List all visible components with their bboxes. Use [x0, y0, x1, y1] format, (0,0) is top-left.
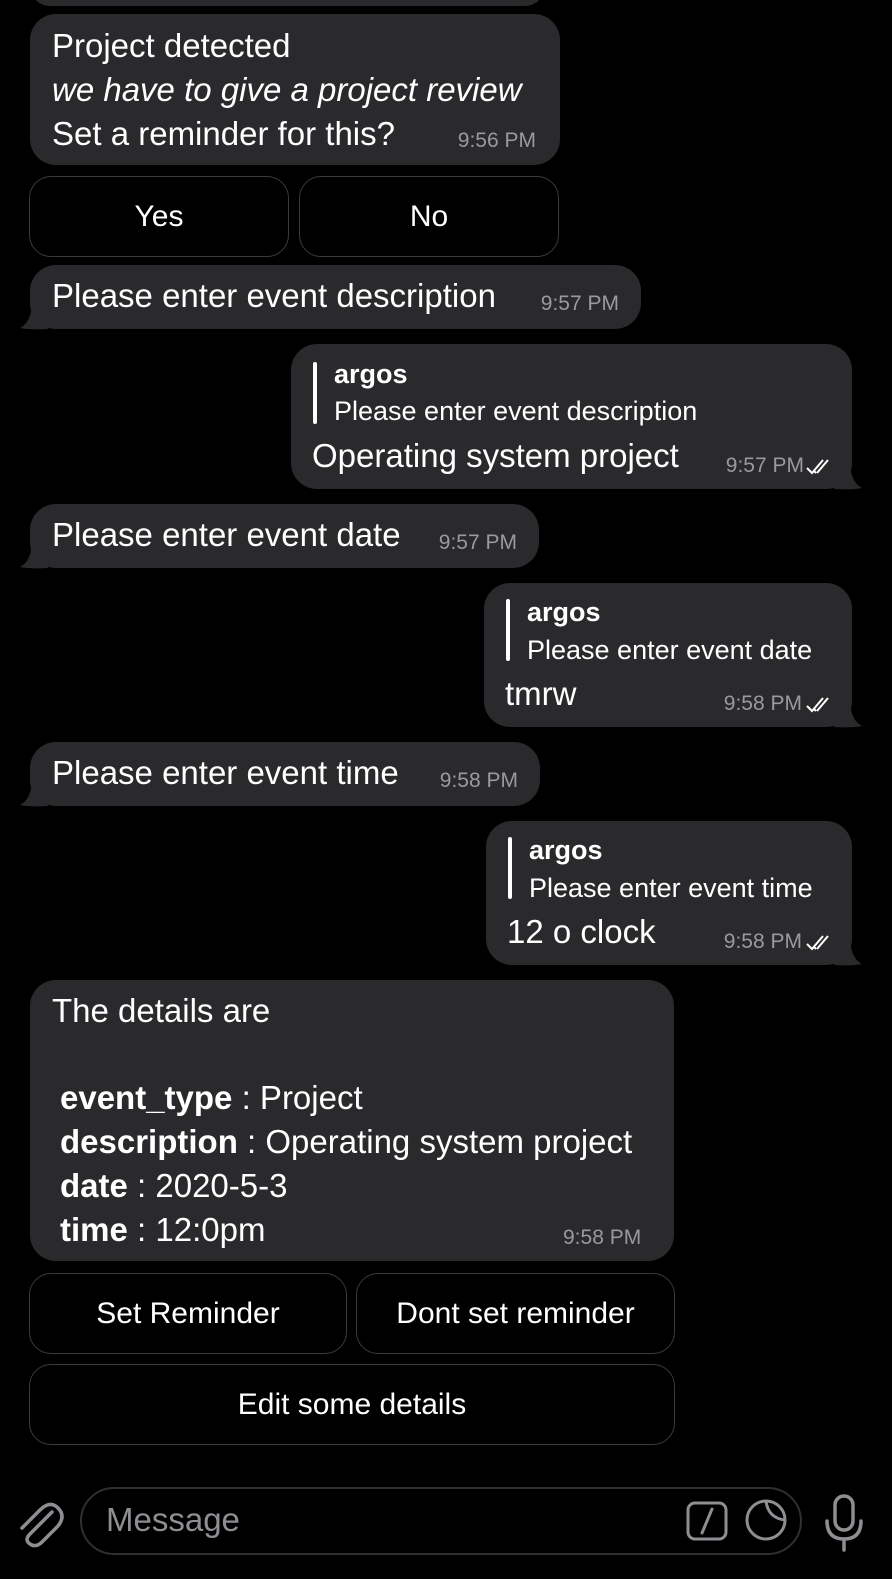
message-time: 9:58 PM	[563, 1226, 642, 1249]
reply-quote-text: Please enter event time	[529, 873, 813, 903]
message-line-italic: we have to give a project review	[52, 71, 522, 108]
double-check-icon	[806, 935, 829, 951]
detail-key: event_type	[60, 1079, 233, 1116]
incoming-message-date-prompt: Please enter event date 9:57 PM	[30, 504, 539, 568]
detail-key: time	[60, 1211, 128, 1248]
set-reminder-label: Set Reminder	[96, 1296, 280, 1330]
detail-row-event-type: event_type : Project	[60, 1076, 363, 1120]
detail-key: description	[60, 1123, 238, 1160]
yes-button[interactable]: Yes	[29, 176, 289, 257]
detail-value: : Operating system project	[237, 1123, 633, 1160]
message-text: 12 o clock	[507, 913, 656, 950]
incoming-message-time-prompt: Please enter event time 9:58 PM	[30, 742, 540, 806]
reply-quote-author: argos	[334, 359, 408, 389]
message-text: Please enter event date	[52, 516, 401, 553]
bubble-tail	[20, 300, 48, 330]
set-reminder-button[interactable]: Set Reminder	[29, 1273, 347, 1354]
outgoing-message-time: argos Please enter event time 12 o clock…	[486, 821, 852, 965]
dont-set-reminder-button[interactable]: Dont set reminder	[356, 1273, 675, 1354]
message-line: Project detected	[52, 27, 291, 64]
message-time: 9:57 PM	[540, 292, 619, 315]
incoming-message-project-detected: Project detected we have to give a proje…	[30, 14, 560, 165]
message-time: 9:57 PM	[725, 454, 804, 477]
message-line: Set a reminder for this?	[52, 115, 395, 152]
detail-key: date	[60, 1167, 128, 1204]
microphone-icon[interactable]	[822, 1493, 866, 1553]
message-text: Please enter event time	[52, 754, 399, 791]
outgoing-message-date: argos Please enter event date tmrw 9:58 …	[484, 583, 852, 727]
message-time: 9:58 PM	[439, 769, 518, 792]
reply-quote-author: argos	[529, 835, 603, 865]
reply-quote-text: Please enter event date	[527, 635, 813, 665]
incoming-message-description-prompt: Please enter event description 9:57 PM	[30, 265, 641, 329]
bubble-tail	[20, 777, 48, 807]
edit-details-button[interactable]: Edit some details	[29, 1364, 675, 1445]
attach-icon[interactable]	[14, 1494, 64, 1550]
dont-set-reminder-label: Dont set reminder	[396, 1296, 635, 1330]
detail-row-description: description : Operating system project	[60, 1120, 632, 1164]
message-text: Operating system project	[312, 437, 679, 474]
message-input[interactable]: Message	[80, 1487, 802, 1555]
detail-value: : 2020-5-3	[127, 1167, 288, 1204]
bubble-tail	[20, 539, 48, 569]
reply-quote-bar	[508, 837, 512, 899]
bot-command-icon[interactable]	[686, 1501, 728, 1541]
double-check-icon	[806, 697, 829, 713]
message-placeholder: Message	[106, 1501, 240, 1538]
detail-value: : 12:0pm	[127, 1211, 266, 1248]
bubble-tail	[834, 460, 862, 490]
edit-details-label: Edit some details	[237, 1387, 467, 1421]
details-header: The details are	[52, 992, 271, 1029]
no-button-label: No	[409, 199, 449, 233]
message-text: Please enter event description	[52, 277, 496, 314]
outgoing-message-description: argos Please enter event description Ope…	[291, 344, 852, 489]
message-time: 9:58 PM	[723, 692, 802, 715]
reply-quote-bar	[313, 362, 317, 424]
message-time: 9:56 PM	[457, 129, 536, 152]
previous-message-edge	[30, 0, 545, 6]
no-button[interactable]: No	[299, 176, 559, 257]
message-text: tmrw	[505, 675, 577, 712]
detail-value: : Project	[232, 1079, 363, 1116]
detail-row-date: date : 2020-5-3	[60, 1164, 287, 1208]
yes-button-label: Yes	[134, 199, 184, 233]
message-time: 9:57 PM	[438, 531, 517, 554]
detail-row-time: time : 12:0pm	[60, 1208, 265, 1252]
reply-quote-author: argos	[527, 597, 601, 627]
message-time: 9:58 PM	[723, 930, 802, 953]
reply-quote-text: Please enter event description	[334, 396, 698, 426]
reply-quote-bar	[506, 599, 510, 661]
bubble-tail	[834, 698, 862, 728]
sticker-icon[interactable]	[744, 1498, 788, 1542]
bubble-tail	[834, 936, 862, 966]
double-check-icon	[806, 459, 829, 475]
